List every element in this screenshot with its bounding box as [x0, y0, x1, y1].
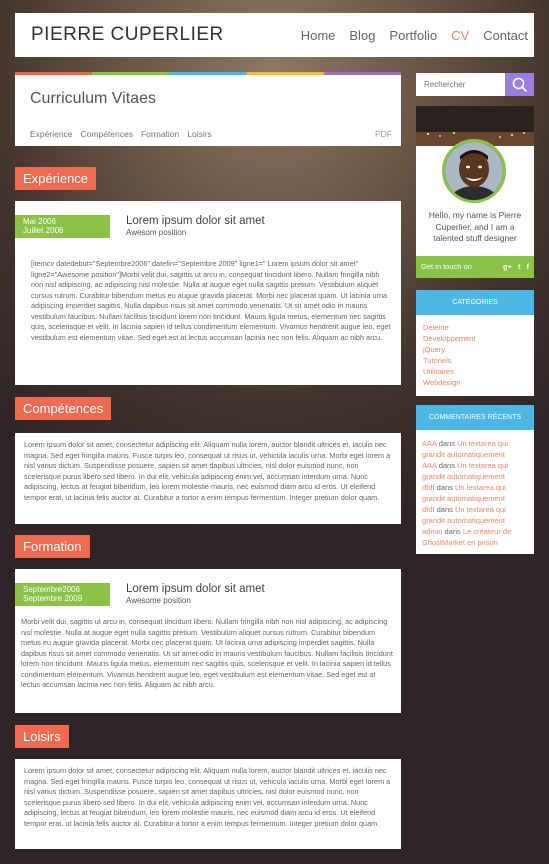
tab-formation[interactable]: Formation [141, 129, 179, 139]
section-label-experience: Expérience [15, 167, 97, 190]
category-link[interactable]: Webdesign [423, 377, 527, 388]
formation-card: Septembre2006 Septembre 2009 Lorem ipsum… [15, 569, 401, 713]
nav-cv[interactable]: CV [451, 28, 469, 43]
loisirs-card: Lorem ipsum dolor sit amet, consectetur … [15, 759, 401, 849]
search-box [416, 73, 534, 96]
nav-contact[interactable]: Contact [483, 28, 528, 43]
comment-sep: dans [444, 527, 461, 536]
comment-list: AAA dans Un textarea qui grandit automat… [416, 430, 534, 554]
site-header: PIERRE CUPERLIER Home Blog Portfolio CV … [15, 13, 534, 57]
section-label-formation: Formation [15, 535, 90, 558]
comment-sep: dans [438, 439, 455, 448]
comment-item: dfdf dans Un textarea qui grandit automa… [422, 504, 528, 526]
google-plus-icon[interactable]: g+ [503, 256, 512, 278]
main-nav: Home Blog Portfolio CV Contact [301, 28, 528, 43]
category-link[interactable]: Délente [423, 322, 527, 333]
avatar [442, 139, 506, 203]
twitter-icon[interactable]: t [518, 256, 521, 278]
nav-home[interactable]: Home [301, 28, 336, 43]
touch-label: Get in touch on [421, 262, 472, 271]
categories-widget: CATÉGORIES Délente Développement jQuery … [416, 290, 534, 396]
comment-sep: dans [438, 461, 455, 470]
competences-text: Lorem ipsum dolor sit amet, consectetur … [24, 440, 391, 502]
comment-item: AAA dans Un textarea qui grandit automat… [422, 460, 528, 482]
tab-competences[interactable]: Compétences [81, 129, 133, 139]
date-end: Septembre 2009 [23, 594, 83, 603]
category-link[interactable]: Utilitaires [423, 366, 527, 377]
social-links: g+ t f [503, 256, 529, 278]
comment-item: admin dans Le créateur de GhostMarket en… [422, 526, 528, 548]
date-start: Mai 2006 [23, 217, 56, 226]
loisirs-text: Lorem ipsum dolor sit amet, consectetur … [24, 766, 391, 828]
facebook-icon[interactable]: f [527, 256, 530, 278]
cv-title-panel: Curriculum Vitaes Expérience Compétences… [15, 72, 401, 146]
entry-subtitle: Awesome position [126, 596, 191, 605]
experience-card: Mai 2006 Juillet 2006 Lorem ipsum dolor … [15, 201, 401, 385]
cv-section-tabs: Expérience Compétences Formation Loisirs [30, 129, 212, 139]
pdf-link[interactable]: PDF [375, 129, 392, 139]
tab-experience[interactable]: Expérience [30, 129, 73, 139]
widget-title: CATÉGORIES [416, 290, 534, 315]
site-brand[interactable]: PIERRE CUPERLIER [31, 24, 224, 46]
entry-title: Lorem ipsum dolor sit amet [126, 215, 265, 227]
page-title: Curriculum Vitaes [30, 90, 156, 107]
category-link[interactable]: jQuery [423, 344, 527, 355]
nav-portfolio[interactable]: Portfolio [389, 28, 437, 43]
formation-text: Morbi velit dui, sagittis ut arcu in, co… [21, 617, 393, 689]
date-end: Juillet 2006 [23, 226, 64, 235]
tab-loisirs[interactable]: Loisirs [187, 129, 212, 139]
nav-blog[interactable]: Blog [349, 28, 375, 43]
comment-item: AAA dans Un textarea qui grandit automat… [422, 438, 528, 460]
category-link[interactable]: Développement [423, 333, 527, 344]
search-input[interactable] [416, 73, 505, 96]
entry-title: Lorem ipsum dolor sit amet [126, 583, 265, 595]
date-start: Septembre2006 [23, 585, 80, 594]
comment-post[interactable]: Un textarea qui grandit automatiquement [422, 505, 506, 525]
category-link[interactable]: Tutoriels [423, 355, 527, 366]
section-label-competences: Compétences [15, 397, 112, 420]
date-badge: Mai 2006 Juillet 2006 [15, 215, 110, 238]
entry-subtitle: Awesom position [126, 228, 187, 237]
profile-widget: Hello, my name is Pierre Cuperlier, and … [416, 106, 534, 278]
color-stripe [15, 72, 401, 75]
get-in-touch-bar: Get in touch on g+ t f [416, 256, 534, 278]
category-list: Délente Développement jQuery Tutoriels U… [416, 315, 534, 394]
comment-author[interactable]: dfdf [422, 505, 435, 514]
comment-author[interactable]: dfdf [422, 483, 435, 492]
date-badge: Septembre2006 Septembre 2009 [15, 583, 110, 606]
experience-text: [itemcv datedebut="Septembre2006" datefi… [31, 259, 391, 342]
profile-bio: Hello, my name is Pierre Cuperlier, and … [428, 210, 522, 243]
search-icon [512, 77, 527, 92]
comment-sep: dans [436, 483, 453, 492]
comment-author[interactable]: AAA [422, 461, 437, 470]
search-button[interactable] [505, 73, 534, 96]
comment-author[interactable]: admin [422, 527, 442, 536]
comment-item: dfdf dans Un textarea qui grandit automa… [422, 482, 528, 504]
competences-card: Lorem ipsum dolor sit amet, consectetur … [15, 433, 401, 524]
comment-sep: dans [436, 505, 453, 514]
widget-title: COMMENTAIRES RÉCENTS [416, 405, 534, 430]
comment-post[interactable]: Un textarea qui grandit automatiquement [422, 483, 506, 503]
section-label-loisirs: Loisirs [15, 725, 69, 748]
recent-comments-widget: COMMENTAIRES RÉCENTS AAA dans Un textare… [416, 405, 534, 554]
comment-author[interactable]: AAA [422, 439, 437, 448]
